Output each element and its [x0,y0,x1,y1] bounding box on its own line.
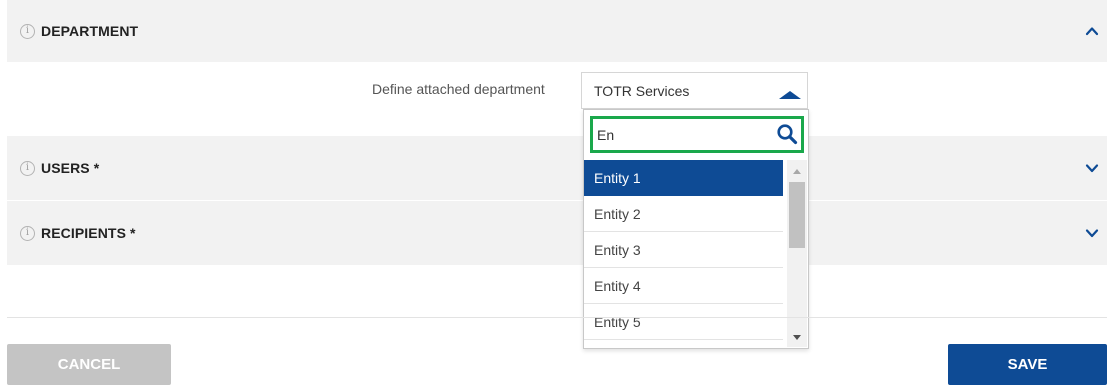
scrollbar-thumb[interactable] [789,182,805,248]
department-section-title: DEPARTMENT [41,23,139,39]
save-button[interactable]: SAVE [948,344,1107,385]
users-section-header[interactable]: i USERS * [7,136,1107,200]
dropdown-search-input[interactable] [597,123,777,147]
dropdown-search-box [590,116,804,153]
scroll-down-arrow-icon[interactable] [787,329,807,347]
department-select[interactable]: TOTR Services [581,72,808,109]
search-icon[interactable] [776,123,798,150]
dropdown-option[interactable]: Entity 4 [584,268,783,304]
chevron-down-icon[interactable] [1085,161,1099,175]
info-icon[interactable]: i [20,23,35,39]
scroll-up-arrow-icon[interactable] [787,162,807,180]
recipients-section-header[interactable]: i RECIPIENTS * [7,201,1107,265]
dropdown-option[interactable]: Entity 1 [584,160,783,196]
dropdown-scrollbar[interactable] [787,160,807,347]
recipients-section-title: RECIPIENTS * [41,225,136,241]
info-icon[interactable]: i [20,160,35,176]
department-select-value: TOTR Services [594,83,690,99]
department-field-label: Define attached department [372,81,545,97]
caret-up-icon[interactable] [778,87,802,105]
chevron-up-icon[interactable] [1085,24,1099,38]
chevron-down-icon[interactable] [1085,226,1099,240]
footer-divider [7,317,1107,318]
dropdown-option[interactable]: Entity 3 [584,232,783,268]
department-section-header[interactable]: i DEPARTMENT [7,0,1107,62]
dropdown-option[interactable]: Entity 5 [584,304,783,340]
dropdown-option[interactable]: Entity 2 [584,196,783,232]
cancel-button[interactable]: CANCEL [7,344,171,385]
info-icon[interactable]: i [20,225,35,241]
dropdown-options-list: Entity 1 Entity 2 Entity 3 Entity 4 Enti… [584,160,783,340]
department-dropdown-panel: Entity 1 Entity 2 Entity 3 Entity 4 Enti… [583,109,809,349]
users-section-title: USERS * [41,160,100,176]
